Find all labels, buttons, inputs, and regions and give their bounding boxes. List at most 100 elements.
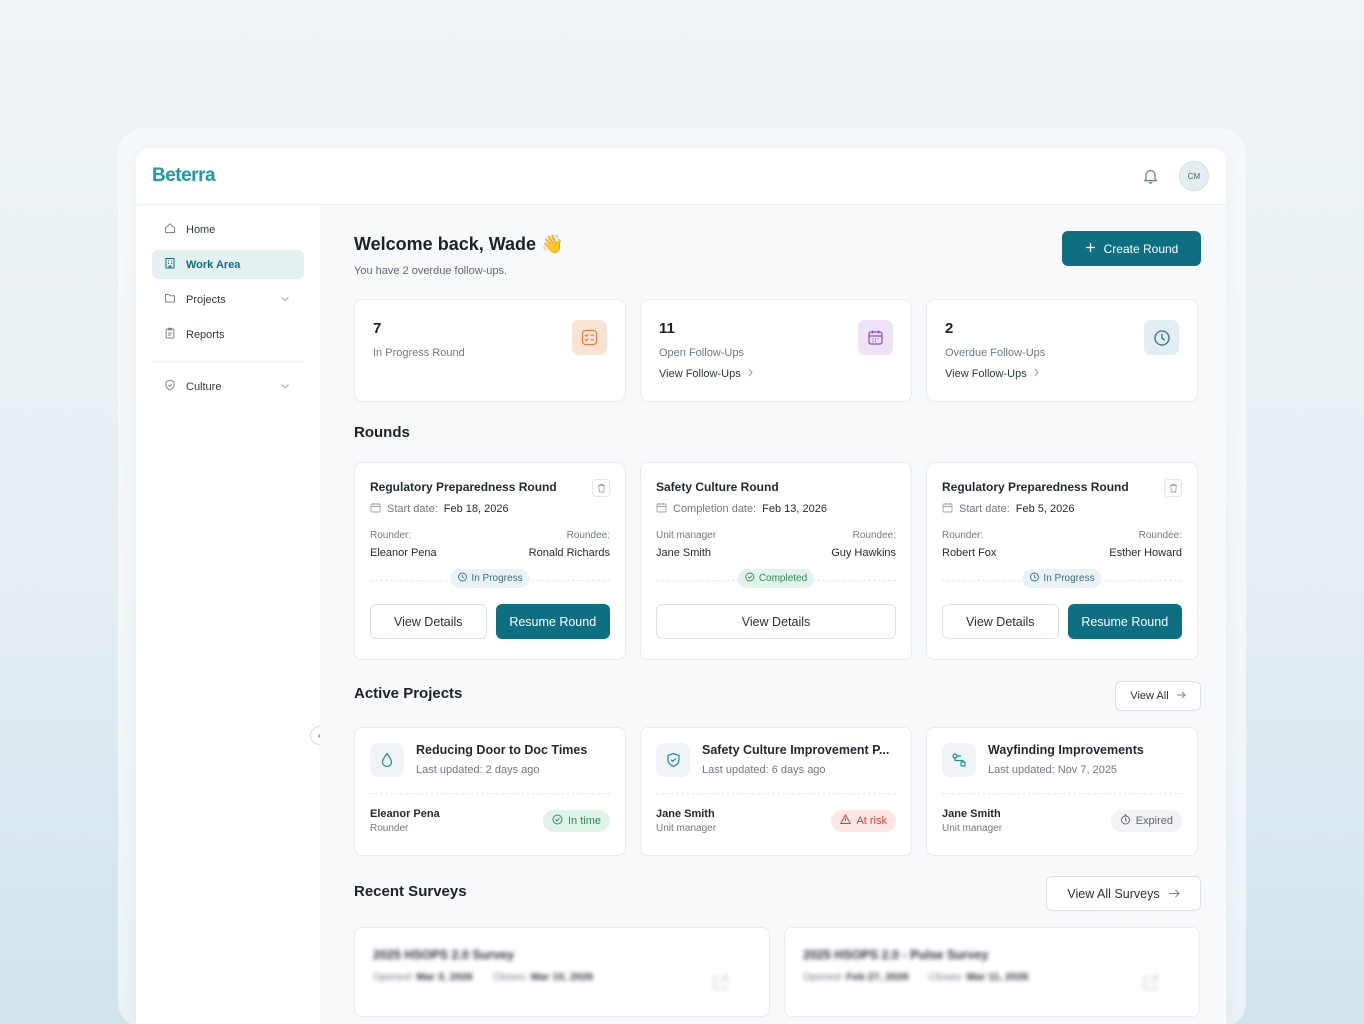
clock-icon [1144,320,1179,355]
trash-icon[interactable] [1164,479,1182,497]
closes-label: Closes: [492,971,528,983]
project-title: Wayfinding Improvements [988,743,1144,757]
view-follow-ups-link[interactable]: View Follow-Ups [945,368,1179,380]
status-text: At risk [856,815,887,827]
projects-list: Reducing Door to Doc Times Last updated:… [354,727,1198,856]
project-owner: Jane Smith [942,808,1001,820]
opened-date: Feb 27, 2026 [846,971,909,983]
arrow-right-icon [1176,690,1186,702]
trash-icon[interactable] [592,479,610,497]
status-badge: Completed [737,569,815,588]
checklist-icon [572,320,607,355]
resume-round-button[interactable]: Resume Round [495,604,610,639]
view-details-button[interactable]: View Details [370,604,487,639]
survey-title: 2025 HSOPS 2.0 - Pulse Survey [803,948,989,962]
round-people: Rounder: Robert Fox Roundee: Esther Howard [942,530,1182,559]
sidebar-item-work-area[interactable]: Work Area [152,250,304,279]
survey-card[interactable]: 2025 HSOPS 2.0 - Pulse Survey Opened: Fe… [784,927,1200,1017]
create-round-label: Create Round [1103,241,1179,256]
project-updated: Last updated: Nov 7, 2025 [988,764,1118,776]
project-title: Safety Culture Improvement P... [702,743,890,757]
resume-round-button[interactable]: Resume Round [1067,604,1182,639]
round-date: Start date: Feb 5, 2026 [942,502,1182,516]
project-owner-role: Unit manager [656,823,717,834]
project-owner-role: Rounder [370,823,409,834]
view-all-surveys-button[interactable]: View All Surveys [1046,876,1201,911]
sidebar-item-label: Home [186,223,216,236]
status-text: Expired [1135,815,1173,827]
project-owner: Jane Smith [656,808,715,820]
sidebar-item-projects[interactable]: Projects [152,285,304,314]
status-text: In Progress [471,573,523,584]
sidebar-item-label: Work Area [186,258,241,271]
bell-icon[interactable] [1141,167,1159,185]
shield-check-icon [656,743,690,777]
rounder-label: Rounder: [370,530,412,541]
sidebar-item-culture[interactable]: Culture [152,372,304,401]
round-title: Regulatory Preparedness Round [942,480,1129,494]
round-title: Safety Culture Round [656,480,779,494]
manager-label: Unit manager [656,530,717,541]
external-link-icon[interactable] [1141,974,1159,997]
opened-date: Mar 3, 2026 [416,971,473,983]
rounds-heading: Rounds [354,424,410,441]
arrow-right-icon [1168,887,1180,901]
roundee-label: Roundee: [1138,530,1182,541]
survey-card[interactable]: 2025 HSOPS 2.0 Survey Opened: Mar 3, 202… [354,927,770,1017]
page-title: Welcome back, Wade 👋 [354,234,564,254]
top-bar: Beterra CM [136,148,1226,205]
view-follow-ups-link[interactable]: View Follow-Ups [659,368,893,380]
timer-icon [1120,814,1131,828]
round-date: Completion date: Feb 13, 2026 [656,502,896,516]
date-label: Start date: [959,503,1010,515]
project-card[interactable]: Wayfinding Improvements Last updated: No… [926,727,1198,856]
logo[interactable]: Beterra [152,165,216,187]
external-link-icon[interactable] [711,974,729,997]
status-badge: In Progress [1022,569,1102,588]
create-round-button[interactable]: Create Round [1062,231,1201,266]
route-icon [942,743,976,777]
round-card: Regulatory Preparedness Round Start date… [926,462,1198,660]
status-badge: Expired [1110,810,1182,832]
roundee-label: Roundee: [566,530,610,541]
sidebar-item-reports[interactable]: Reports [152,320,304,349]
view-details-button[interactable]: View Details [656,604,896,639]
clock-icon [457,572,467,585]
check-circle-icon [745,572,755,585]
chevron-down-icon[interactable] [280,294,290,306]
chevron-down-icon[interactable] [280,381,290,393]
project-card[interactable]: Reducing Door to Doc Times Last updated:… [354,727,626,856]
avatar[interactable]: CM [1179,161,1209,191]
status-badge: At risk [831,810,896,832]
round-date: Start date: Feb 18, 2026 [370,502,610,516]
project-card[interactable]: Safety Culture Improvement P... Last upd… [640,727,912,856]
status-text: Completed [758,573,808,584]
date-label: Completion date: [673,503,757,515]
sidebar-item-home[interactable]: Home [152,215,304,244]
calendar-icon [370,502,381,516]
stat-card-open-follow-ups: 11 Open Follow-Ups View Follow-Ups [640,299,912,402]
view-details-button[interactable]: View Details [942,604,1059,639]
view-all-surveys-label: View All Surveys [1067,886,1160,901]
opened-label: Opened: [803,971,844,983]
warning-icon [840,813,852,828]
roundee-name: Guy Hawkins [831,547,896,559]
closes-date: Mar 10, 2026 [530,971,594,983]
link-label: View Follow-Ups [945,368,1027,380]
project-updated: Last updated: 6 days ago [702,764,826,776]
survey-title: 2025 HSOPS 2.0 Survey [373,948,515,962]
rounds-list: Regulatory Preparedness Round Start date… [354,462,1198,660]
home-icon [164,222,176,237]
status-text: In Progress [1043,573,1095,584]
view-all-projects-button[interactable]: View All [1115,681,1201,711]
calendar-icon [858,320,893,355]
sidebar: Home Work Area Projects Reports Culture [136,205,320,1024]
manager-name: Jane Smith [656,547,712,559]
project-title: Reducing Door to Doc Times [416,743,588,757]
surveys-list: 2025 HSOPS 2.0 Survey Opened: Mar 3, 202… [354,927,1200,1017]
sidebar-item-label: Culture [186,380,222,393]
recent-surveys-heading: Recent Surveys [354,883,467,900]
status-row: In Progress [370,569,610,591]
status-row: Completed [656,569,896,591]
round-actions: View Details Resume Round [370,604,610,639]
